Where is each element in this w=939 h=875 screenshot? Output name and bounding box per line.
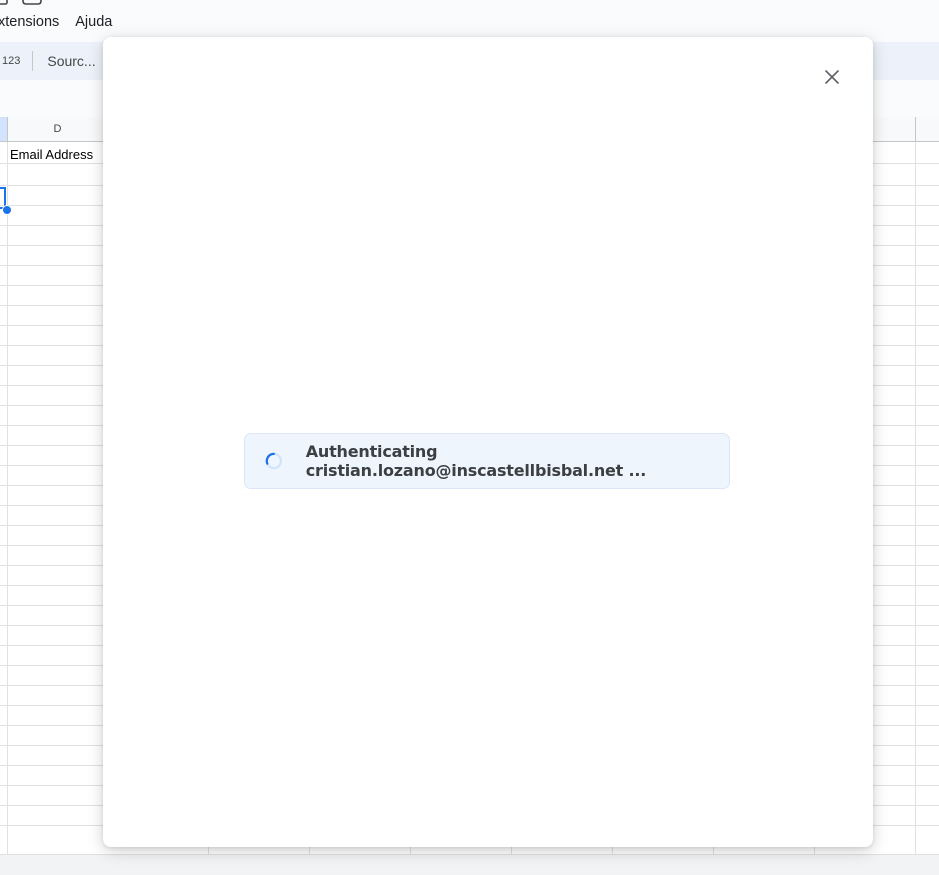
fill-handle[interactable] [2,205,12,215]
column-header-d[interactable]: D [8,117,108,141]
column-divider [410,846,411,854]
column-header[interactable] [873,117,916,141]
grid-bottom-edge [0,846,939,854]
toolbar-divider [32,51,34,71]
column-divider [915,142,916,854]
close-button[interactable] [820,65,844,89]
column-header-selected[interactable] [0,117,8,141]
auth-dialog: Authenticating cristian.lozano@inscastel… [103,37,873,847]
column-divider [7,142,8,854]
font-family-select[interactable]: Sourc... [47,53,95,69]
top-icon-strip [0,0,60,8]
column-divider [208,846,209,854]
auth-status-box: Authenticating cristian.lozano@inscastel… [244,433,730,489]
number-format-button[interactable]: 123 [2,55,20,67]
loading-spinner-icon [265,452,283,470]
close-icon [825,70,839,84]
menu-extensions[interactable]: xtensions [0,14,67,30]
column-divider [713,846,714,854]
menu-help[interactable]: Ajuda [67,14,120,30]
horizontal-scrollbar[interactable] [0,854,939,875]
column-divider [511,846,512,854]
cell-email-address-header[interactable]: Email Address [10,147,93,162]
column-divider [309,846,310,854]
column-divider [814,846,815,854]
menu-bar: xtensions Ajuda [0,10,120,34]
auth-message: Authenticating cristian.lozano@inscastel… [305,442,647,480]
column-divider [612,846,613,854]
column-divider [915,846,916,854]
